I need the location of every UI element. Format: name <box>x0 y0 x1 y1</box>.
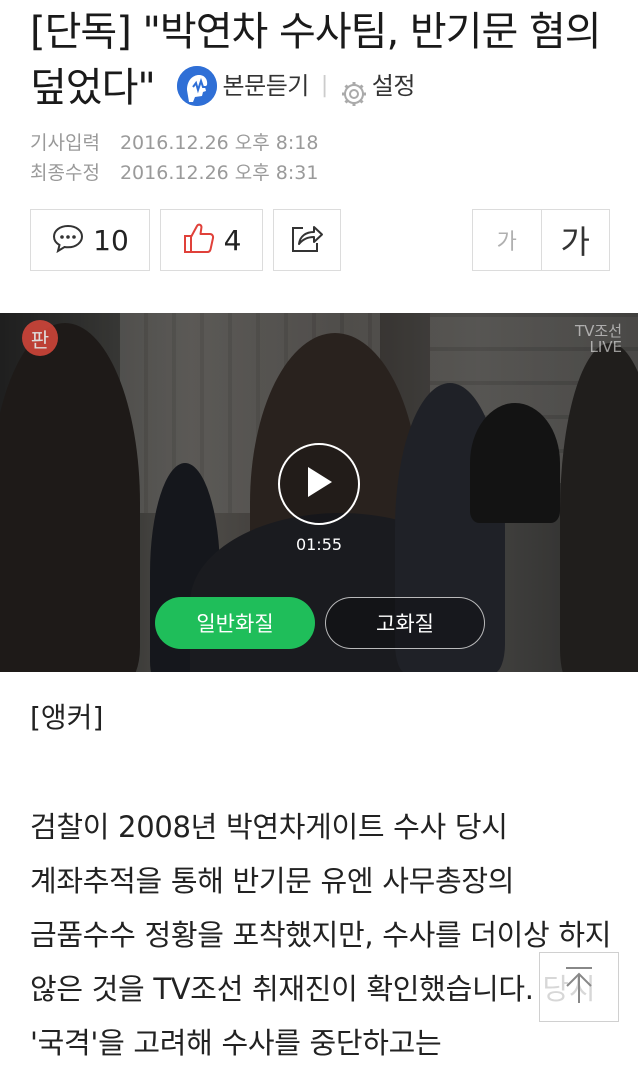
like-count: 4 <box>223 223 242 257</box>
modified-time: 2016.12.26 오후 8:31 <box>119 162 319 184</box>
video-badge: 판 <box>22 320 58 356</box>
input-label: 기사입력 <box>30 132 100 154</box>
play-icon <box>304 465 334 503</box>
like-button[interactable]: 4 <box>160 209 263 271</box>
video-duration: 01:55 <box>295 535 343 554</box>
channel-logo: TV조선 LIVE <box>575 323 622 355</box>
share-icon <box>289 222 325 258</box>
comment-count: 10 <box>93 223 129 257</box>
channel-logo-text: TV조선 <box>574 322 622 340</box>
font-decrease-button[interactable]: 가 <box>473 210 542 270</box>
tts-divider: | <box>320 73 328 98</box>
anchor-label: [앵커] <box>30 701 104 734</box>
play-button[interactable] <box>278 443 360 525</box>
modified-time-row: 최종수정 2016.12.26 오후 8:31 <box>30 158 318 185</box>
arrow-up-icon <box>562 965 596 1009</box>
article-title: [단독] "박연차 수사팀, 반기문 혐의 덮었다" 본문듣기 | 설정 <box>30 4 620 118</box>
gear-icon[interactable] <box>340 72 368 106</box>
article-body: 검찰이 2008년 박연차게이트 수사 당시 계좌추적을 통해 반기문 유엔 사… <box>30 810 612 1060</box>
tts-icon <box>176 66 217 106</box>
comment-icon <box>51 223 85 257</box>
font-increase-button[interactable]: 가 <box>542 210 610 270</box>
quality-normal-button[interactable]: 일반화질 <box>155 597 315 649</box>
thumbs-up-icon <box>182 221 216 259</box>
comment-button[interactable]: 10 <box>30 209 150 271</box>
channel-logo-sub: LIVE <box>589 338 622 356</box>
tts-label: 본문듣기 <box>222 72 310 100</box>
tts-button[interactable]: 본문듣기 | 설정 <box>176 58 416 114</box>
settings-label[interactable]: 설정 <box>372 58 416 114</box>
font-size-control: 가 가 <box>472 209 610 271</box>
input-time: 2016.12.26 오후 8:18 <box>119 132 319 154</box>
share-button[interactable] <box>273 209 341 271</box>
scroll-to-top-button[interactable] <box>539 952 619 1022</box>
video-player[interactable]: 판 TV조선 LIVE 01:55 일반화질 고화질 <box>0 313 638 672</box>
input-time-row: 기사입력 2016.12.26 오후 8:18 <box>30 128 318 155</box>
modified-label: 최종수정 <box>30 162 100 184</box>
quality-high-button[interactable]: 고화질 <box>325 597 485 649</box>
